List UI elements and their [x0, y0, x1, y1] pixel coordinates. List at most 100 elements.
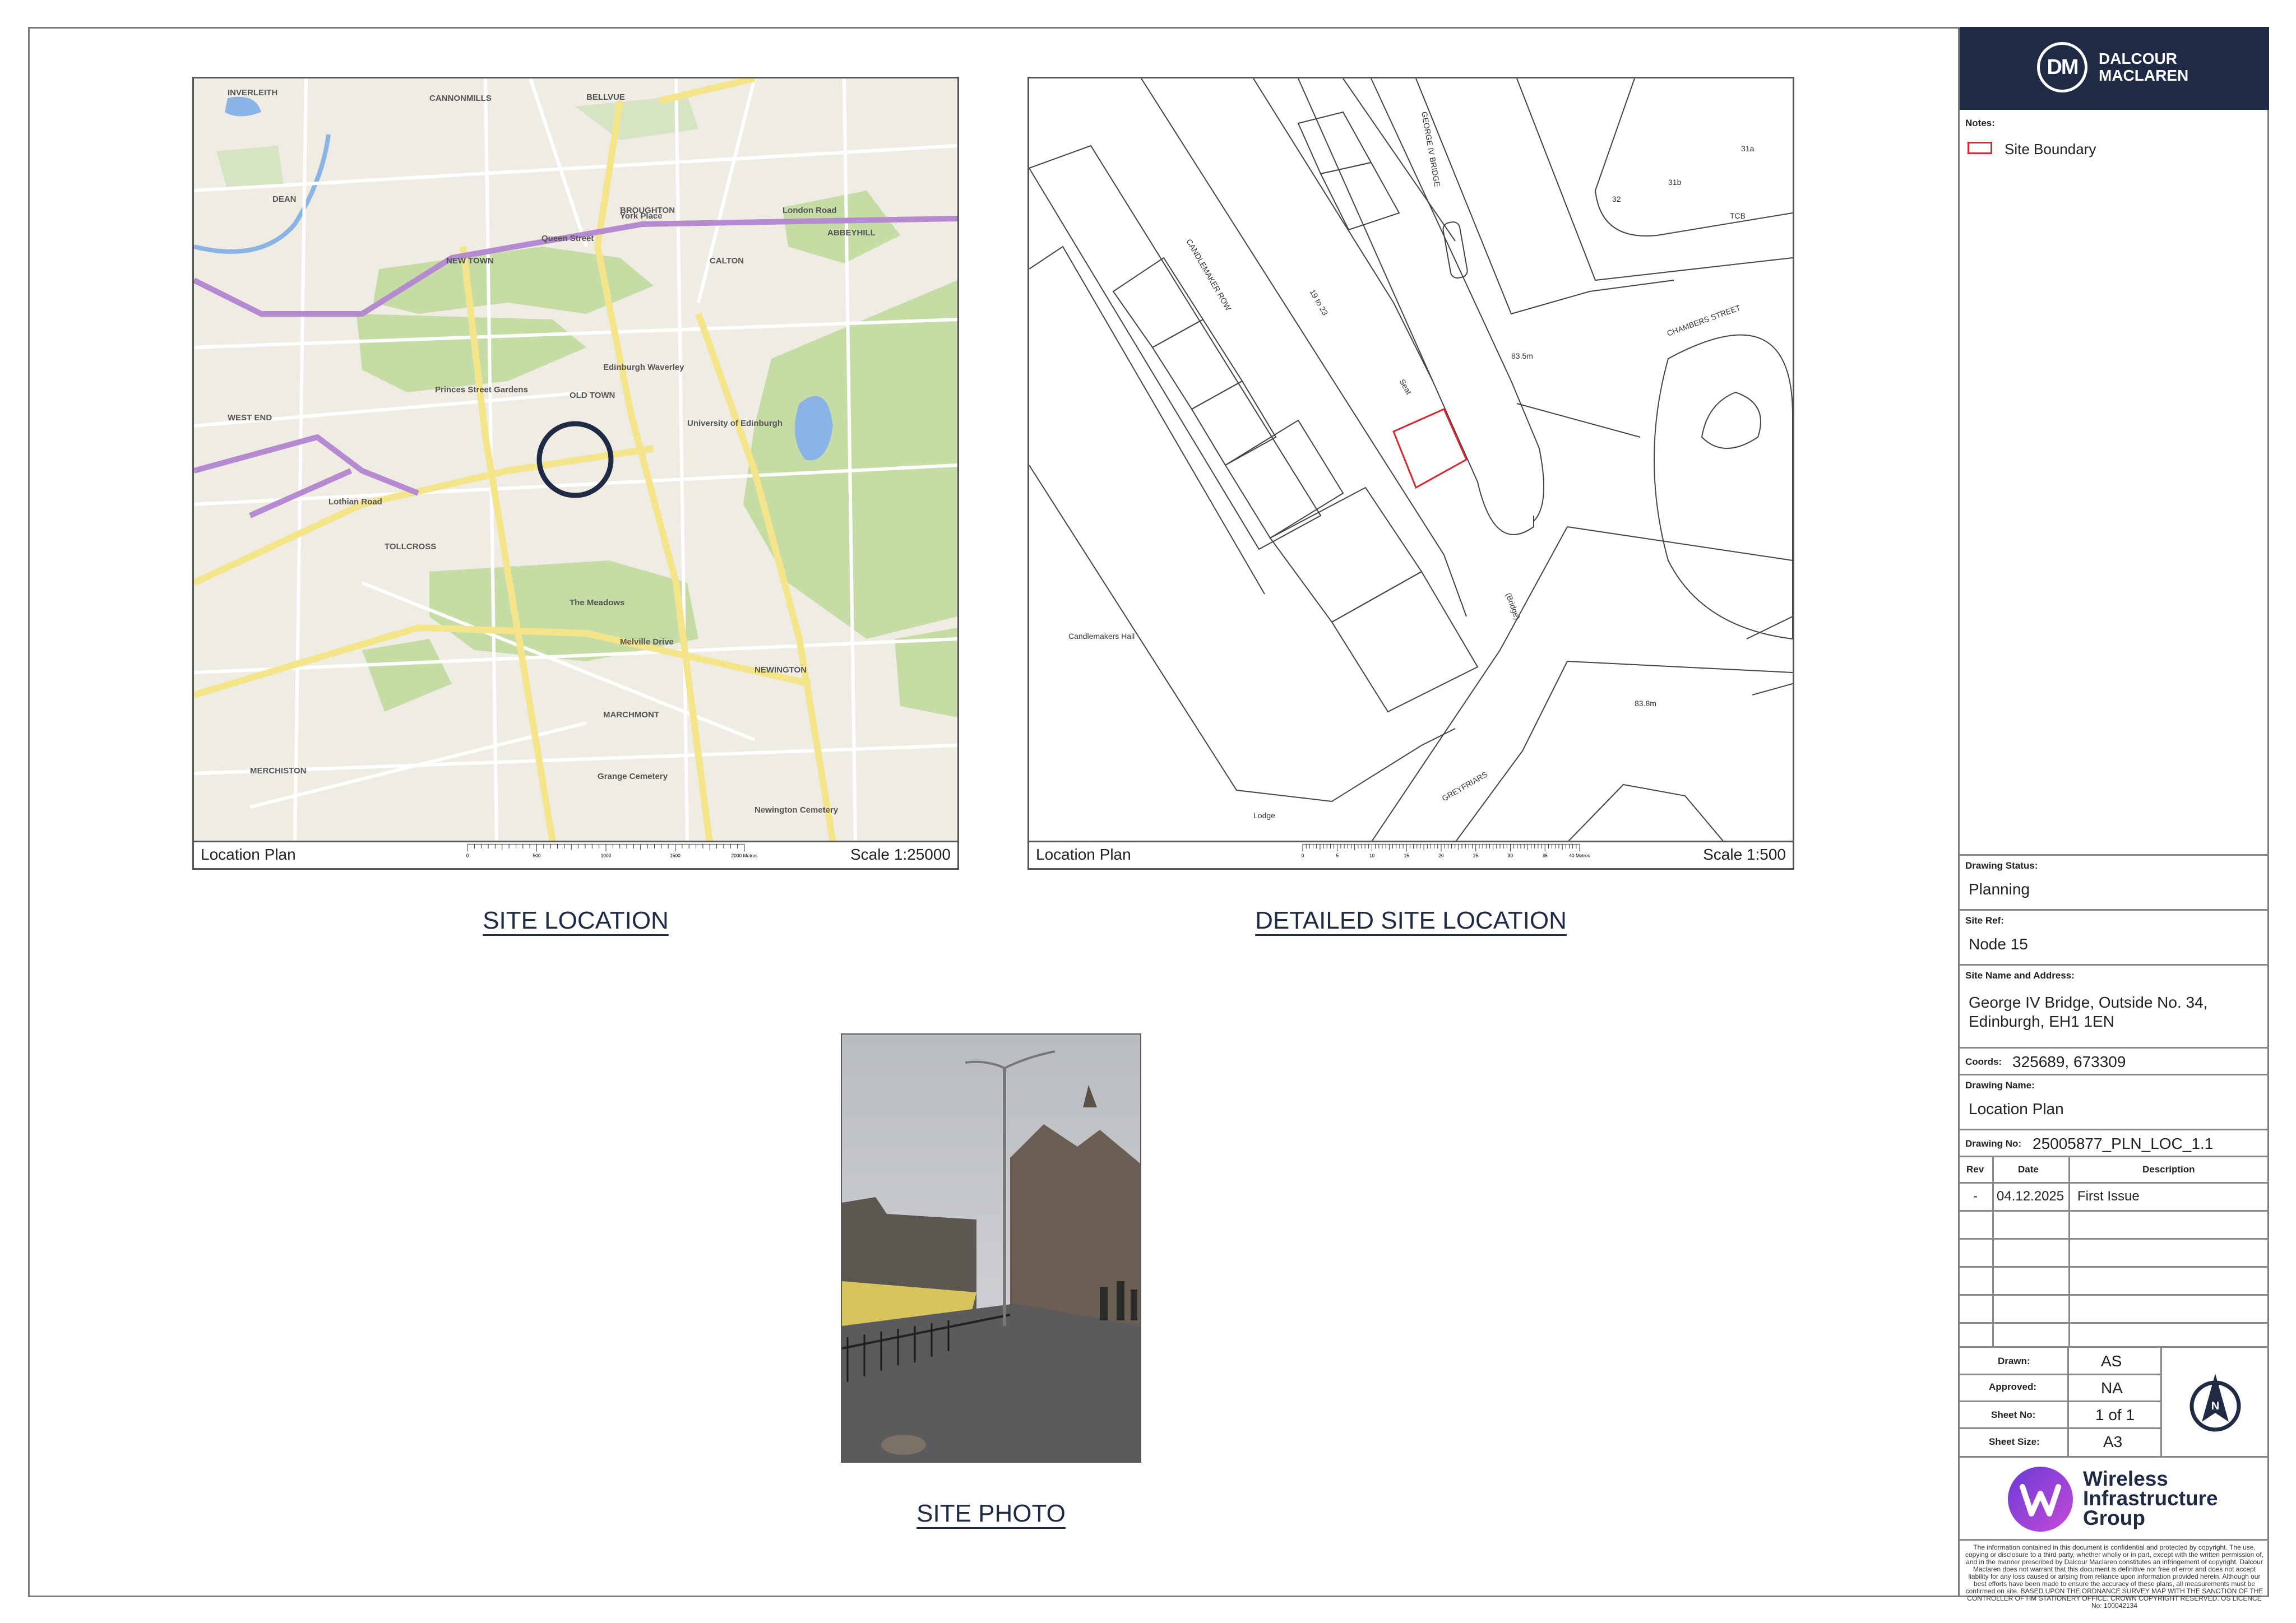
map-place-label: WEST END [228, 413, 272, 423]
map-place-label: NEWINGTON [754, 665, 807, 675]
map-place-label: Edinburgh Waverley [603, 363, 684, 372]
drawn-value: AS [2101, 1352, 2122, 1370]
scalebar-label: 20 [1438, 853, 1444, 858]
revision-date: 04.12.2025 [1997, 1189, 2064, 1204]
map-place-label: TOLLCROSS [385, 542, 436, 551]
os-plan: GEORGE IV BRIDGECANDLEMAKER ROWCHAMBERS … [1029, 78, 1793, 842]
map-place-label: OLD TOWN [570, 391, 615, 400]
map-place-label: The Meadows [570, 598, 624, 608]
map-place-label: Lothian Road [328, 497, 382, 507]
approved-label: Approved: [1989, 1381, 2036, 1392]
scalebar-label: 1500 [670, 853, 681, 858]
coords-row: Coords: 325689, 673309 [1960, 1047, 2269, 1074]
map-place-label: MERCHISTON [250, 766, 307, 776]
drawing-name-row: Drawing Name: Location Plan [1960, 1074, 2269, 1129]
plan-label: Candlemakers Hall [1068, 632, 1135, 641]
scalebar-label: 0 [1302, 853, 1304, 858]
drawing-name: Location Plan [1969, 1100, 2064, 1117]
client-logo-area: Wireless Infrastructure Group [1960, 1456, 2269, 1539]
coords-label: Coords: [1965, 1056, 2002, 1067]
site-location-map-panel: INVERLEITH CANNONMILLS BELLVUE DEAN NEW TOWN… [192, 77, 959, 870]
site-boundary-swatch [1968, 142, 1992, 154]
legal-disclaimer: The information contained in this docume… [1965, 1543, 2264, 1610]
scalebar-label: 10 [1369, 853, 1375, 858]
plan-label: 83.8m [1635, 699, 1656, 708]
plan-label: 32 [1612, 194, 1621, 203]
scalebar-label: 30 [1508, 853, 1513, 858]
street-photo-illustration [842, 1035, 1140, 1462]
map-place-label: DEAN [272, 194, 297, 204]
drawing-status-label: Drawing Status: [1965, 860, 2038, 871]
map-place-label: London Road [783, 206, 837, 215]
map-footer-label: Location Plan [201, 846, 296, 863]
drawing-status: Planning [1969, 880, 2030, 898]
scalebar-label: 15 [1404, 853, 1410, 858]
sheet-size-label: Sheet Size: [1989, 1436, 2040, 1447]
detail-footer-label: Location Plan [1036, 846, 1131, 863]
site-ref: Node 15 [1969, 935, 2028, 953]
plan-label: Lodge [1253, 811, 1275, 820]
company-name-line2: MACLAREN [2099, 67, 2189, 84]
client-name-line2: Infrastructure [2083, 1487, 2218, 1510]
svg-text:N: N [2211, 1400, 2219, 1412]
notes-label: Notes: [1965, 118, 1995, 128]
revision-rev: - [1973, 1189, 1978, 1204]
legal-row: The information contained in this docume… [1960, 1539, 2269, 1610]
company-name-line1: DALCOUR [2099, 50, 2177, 67]
map-place-label: NEW TOWN [446, 256, 494, 266]
drawing-no-label: Drawing No: [1965, 1138, 2022, 1149]
scalebar-label: 500 [533, 853, 540, 858]
map-footer: Location Plan 0 500 1000 1500 2000 Metres Sc… [194, 841, 957, 868]
site-location-caption: SITE LOCATION [483, 907, 669, 934]
site-name-label: Site Name and Address: [1965, 970, 2075, 981]
sheet-no-label: Sheet No: [1991, 1409, 2036, 1420]
drawn-label: Drawn: [1998, 1356, 2030, 1366]
drawing-no: 25005877_PLN_LOC_1.1 [2033, 1135, 2214, 1152]
drawing-status-row: Drawing Status: Planning [1960, 854, 2269, 909]
map-place-label: Newington Cemetery [754, 805, 839, 815]
site-address-line1: George IV Bridge, Outside No. 34, [1969, 994, 2208, 1011]
scalebar-label: 2000 Metres [732, 853, 758, 858]
approval-table: Drawn: AS Approved: NA Sheet No: 1 of 1 … [1960, 1346, 2269, 1458]
scalebar-label: 25 [1473, 853, 1479, 858]
detail-scale: Scale 1:500 [1703, 846, 1786, 863]
sheet-no-value: 1 of 1 [2095, 1406, 2135, 1423]
detailed-site-plan-panel: GEORGE IV BRIDGE CANDLEMAKER ROW CHAMBERS … [1027, 77, 1794, 870]
client-name-line3: Group [2083, 1506, 2145, 1529]
map-place-label: University of Edinburgh [687, 419, 783, 428]
north-arrow-icon: N [2189, 1374, 2241, 1432]
client-name-line1: Wireless [2083, 1467, 2168, 1490]
dalcour-maclaren-logo: DM [2037, 42, 2087, 92]
map-scale: Scale 1:25000 [850, 846, 951, 863]
map-place-label: INVERLEITH [228, 88, 277, 98]
title-block: DM DALCOUR MACLAREN Notes: Site Boundary… [1958, 27, 2269, 1610]
map-place-label: Melville Drive [620, 637, 674, 647]
map-place-label: ABBEYHILL [827, 228, 876, 238]
plan-label: 31b [1668, 178, 1682, 187]
site-ref-label: Site Ref: [1965, 915, 2004, 926]
description-header: Description [2142, 1164, 2195, 1175]
site-name-row: Site Name and Address: George IV Bridge,… [1960, 964, 2269, 1047]
revision-description: First Issue [2077, 1189, 2140, 1204]
scalebar-label: 0 [466, 853, 469, 858]
plan-label: 83.5m [1511, 351, 1533, 360]
plan-label: 31a [1741, 144, 1755, 153]
map-place-label: Princes Street Gardens [435, 385, 528, 395]
approved-value: NA [2101, 1379, 2123, 1397]
scalebar-label: 35 [1543, 853, 1548, 858]
detailed-site-location-caption: DETAILED SITE LOCATION [1255, 907, 1567, 934]
wig-logo-icon [2008, 1467, 2073, 1532]
client-name: Wireless Infrastructure Group [2083, 1467, 2218, 1529]
drawing-no-row: Drawing No: 25005877_PLN_LOC_1.1 [1960, 1129, 2269, 1156]
plan-label: TCB [1730, 211, 1746, 220]
company-name: DALCOUR MACLAREN [2099, 50, 2188, 84]
map-place-label: CALTON [710, 256, 744, 266]
detail-footer: Location Plan 0 5 10 15 20 25 30 35 40 Metres Sc… [1029, 841, 1793, 868]
map-place-label: BELLVUE [586, 92, 625, 102]
site-photo-caption: SITE PHOTO [916, 1500, 1066, 1527]
scalebar-label: 1000 [601, 853, 612, 858]
map-place-label: CANNONMILLS [429, 94, 492, 103]
site-address-line2: Edinburgh, EH1 1EN [1969, 1013, 2114, 1030]
map-place-label: MARCHMONT [603, 710, 659, 720]
scalebar-label: 5 [1336, 853, 1339, 858]
